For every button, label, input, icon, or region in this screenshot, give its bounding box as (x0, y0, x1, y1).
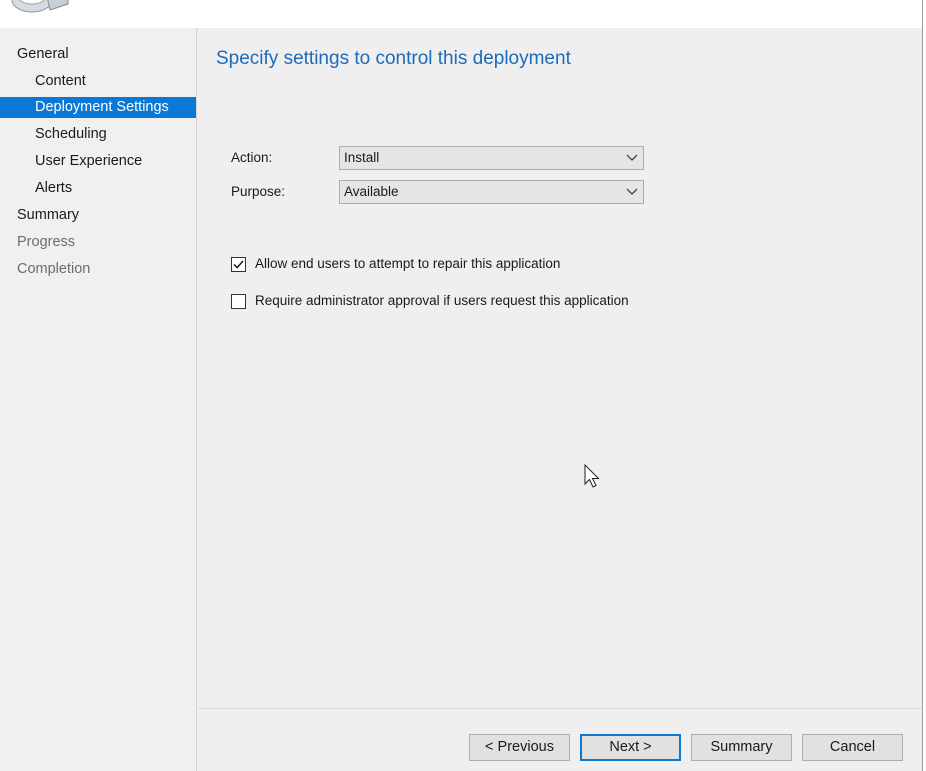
repair-checkbox-label: Allow end users to attempt to repair thi… (255, 256, 561, 271)
window-edge-line (922, 0, 923, 771)
nav-item-alerts[interactable]: Alerts (0, 178, 196, 199)
nav-item-scheduling[interactable]: Scheduling (0, 124, 196, 145)
next-button[interactable]: Next > (580, 734, 681, 761)
wizard-banner (0, 0, 922, 29)
nav-item-general[interactable]: General (0, 44, 196, 65)
mouse-pointer-icon (584, 464, 600, 488)
summary-button[interactable]: Summary (691, 734, 792, 761)
nav-item-content[interactable]: Content (0, 71, 196, 92)
admin-approval-checkbox-label: Require administrator approval if users … (255, 293, 629, 308)
chevron-down-icon (626, 154, 638, 161)
wizard-content-panel: Specify settings to control this deploym… (198, 28, 922, 771)
nav-item-progress: Progress (17, 234, 76, 250)
purpose-dropdown-value: Available (344, 184, 399, 199)
checkmark-icon (233, 260, 244, 269)
purpose-dropdown[interactable]: Available (339, 180, 644, 204)
computer-logo-icon (11, 0, 69, 13)
nav-item-summary[interactable]: Summary (0, 205, 196, 226)
admin-approval-checkbox[interactable] (231, 294, 246, 309)
footer-divider (198, 708, 922, 709)
nav-item-user-experience[interactable]: User Experience (0, 151, 196, 172)
deploy-software-wizard: General Content Deployment Settings Sche… (0, 0, 926, 771)
cancel-button[interactable]: Cancel (802, 734, 903, 761)
chevron-down-icon (626, 188, 638, 195)
previous-button[interactable]: < Previous (469, 734, 570, 761)
nav-item-deployment-settings[interactable]: Deployment Settings (0, 97, 196, 118)
action-label: Action: (231, 150, 273, 165)
page-title: Specify settings to control this deploym… (216, 48, 571, 69)
repair-checkbox[interactable] (231, 257, 246, 272)
wizard-navigation: General Content Deployment Settings Sche… (0, 28, 197, 771)
action-dropdown[interactable]: Install (339, 146, 644, 170)
nav-item-completion: Completion (17, 261, 91, 277)
purpose-label: Purpose: (231, 184, 286, 199)
action-dropdown-value: Install (344, 150, 380, 165)
